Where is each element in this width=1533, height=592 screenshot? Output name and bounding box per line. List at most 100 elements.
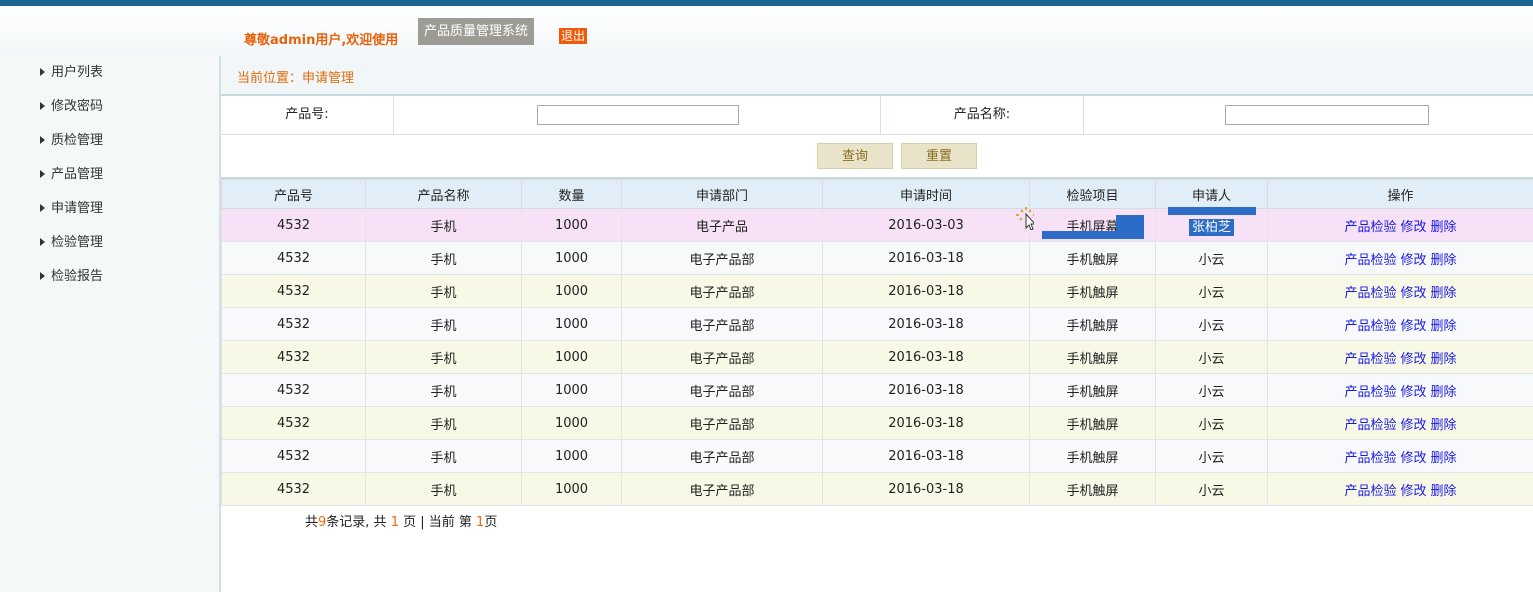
edit-link[interactable]: 修改 [1400,352,1426,367]
reset-button[interactable]: 重置 [901,143,977,169]
sidebar-item-change-password[interactable]: 修改密码 [40,97,103,117]
sidebar-item-application-management[interactable]: 申请管理 [40,199,103,219]
cell-department: 电子产品部 [621,472,823,506]
inspect-link[interactable]: 产品检验 [1344,220,1396,235]
cell-operations: 产品检验 修改 删除 [1267,208,1533,242]
query-button[interactable]: 查询 [817,143,893,169]
system-name: 产品质量管理系统 [418,18,535,45]
cell-operations: 产品检验 修改 删除 [1267,373,1533,407]
cell-inspection-item: 手机触屏 [1029,274,1156,308]
cell-inspection-item: 手机触屏 [1029,340,1156,374]
cell-time: 2016-03-18 [822,373,1030,407]
triangle-bullet-icon [40,238,45,246]
cell-department: 电子产品 [621,208,823,242]
delete-link[interactable]: 删除 [1431,484,1457,499]
logout-button[interactable]: 退出 [559,28,588,44]
cell-time: 2016-03-18 [822,406,1030,440]
cell-product-no: 4532 [221,307,366,341]
cell-quantity: 1000 [521,472,622,506]
cell-quantity: 1000 [521,340,622,374]
cell-product-no: 4532 [221,274,366,308]
application-table: 产品号 产品名称 数量 申请部门 申请时间 检验项目 申请人 操作 4532 手机… [221,179,1533,506]
cell-applicant: 小云 [1155,307,1268,341]
edit-link[interactable]: 修改 [1400,253,1426,268]
search-actions: 查询 重置 [221,135,1533,179]
cell-operations: 产品检验 修改 删除 [1267,439,1533,473]
product-name-cell [1084,96,1533,134]
applicant-name: 小云 [1198,450,1225,466]
inspect-link[interactable]: 产品检验 [1344,286,1396,301]
edit-link[interactable]: 修改 [1400,220,1426,235]
cell-applicant: 小云 [1155,472,1268,506]
cell-department: 电子产品部 [621,406,823,440]
applicant-name: 小云 [1198,384,1225,400]
sidebar-item-inspection-management[interactable]: 检验管理 [40,233,103,253]
edit-link[interactable]: 修改 [1400,418,1426,433]
product-no-cell [394,96,881,134]
inspect-link[interactable]: 产品检验 [1344,385,1396,400]
cell-department: 电子产品部 [621,274,823,308]
cell-time: 2016-03-18 [822,241,1030,275]
cell-inspection-item: 手机触屏 [1029,373,1156,407]
delete-link[interactable]: 删除 [1431,319,1457,334]
delete-link[interactable]: 删除 [1431,253,1457,268]
cell-applicant: 小云 [1155,241,1268,275]
col-header-operations: 操作 [1267,179,1533,209]
delete-link[interactable]: 删除 [1431,352,1457,367]
inspect-link[interactable]: 产品检验 [1344,253,1396,268]
delete-link[interactable]: 删除 [1431,451,1457,466]
table-row: 4532 手机 1000 电子产品部 2016-03-18 手机触屏 小云 产品检验 修改 删除 [221,439,1533,473]
product-no-label: 产品号: [221,96,394,134]
selection-highlight [1042,231,1116,239]
table-row: 4532 手机 1000 电子产品部 2016-03-18 手机触屏 小云 产品检验 修改 删除 [221,241,1533,275]
cell-product-no: 4532 [221,241,366,275]
applicant-name: 小云 [1198,417,1225,433]
sidebar-item-product-management[interactable]: 产品管理 [40,165,103,185]
product-no-input[interactable] [537,105,739,125]
cell-quantity: 1000 [521,274,622,308]
edit-link[interactable]: 修改 [1400,385,1426,400]
breadcrumb: 当前位置：申请管理 [221,56,1533,96]
delete-link[interactable]: 删除 [1431,220,1457,235]
col-header-product-name: 产品名称 [365,179,522,209]
pager-pages: 1 [390,515,399,530]
edit-link[interactable]: 修改 [1400,319,1426,334]
cell-time: 2016-03-18 [822,307,1030,341]
sidebar-item-user-list[interactable]: 用户列表 [40,63,103,83]
product-name-label: 产品名称: [881,96,1084,134]
search-form: 产品号: 产品名称: [221,96,1533,135]
table-row: 4532 手机 1000 电子产品部 2016-03-18 手机触屏 小云 产品检验 修改 删除 [221,472,1533,506]
col-header-product-no: 产品号 [221,179,366,209]
cell-time: 2016-03-18 [822,439,1030,473]
sidebar: 用户列表 修改密码 质检管理 产品管理 申请管理 检验管理 检验报告 [0,56,221,592]
edit-link[interactable]: 修改 [1400,286,1426,301]
inspect-link[interactable]: 产品检验 [1344,352,1396,367]
inspect-link[interactable]: 产品检验 [1344,319,1396,334]
cell-operations: 产品检验 修改 删除 [1267,340,1533,374]
cell-quantity: 1000 [521,208,622,242]
edit-link[interactable]: 修改 [1400,484,1426,499]
cell-operations: 产品检验 修改 删除 [1267,406,1533,440]
table-row: 4532 手机 1000 电子产品部 2016-03-18 手机触屏 小云 产品检验 修改 删除 [221,274,1533,308]
col-header-quantity: 数量 [521,179,622,209]
cell-time: 2016-03-18 [822,340,1030,374]
cell-inspection-item: 手机触屏 [1029,307,1156,341]
sidebar-item-qc-management[interactable]: 质检管理 [40,131,103,151]
product-name-input[interactable] [1225,105,1429,125]
inspect-link[interactable]: 产品检验 [1344,484,1396,499]
triangle-bullet-icon [40,272,45,280]
pager-prefix: 共 [305,515,319,530]
selection-highlight [1168,207,1256,215]
sidebar-item-label: 用户列表 [51,65,104,80]
delete-link[interactable]: 删除 [1431,286,1457,301]
table-header-row: 产品号 产品名称 数量 申请部门 申请时间 检验项目 申请人 操作 [221,179,1533,209]
sidebar-item-inspection-report[interactable]: 检验报告 [40,267,103,287]
delete-link[interactable]: 删除 [1431,418,1457,433]
edit-link[interactable]: 修改 [1400,451,1426,466]
delete-link[interactable]: 删除 [1431,385,1457,400]
cell-product-no: 4532 [221,472,366,506]
cell-applicant: 小云 [1155,274,1268,308]
inspect-link[interactable]: 产品检验 [1344,418,1396,433]
inspect-link[interactable]: 产品检验 [1344,451,1396,466]
applicant-name: 小云 [1198,285,1225,301]
